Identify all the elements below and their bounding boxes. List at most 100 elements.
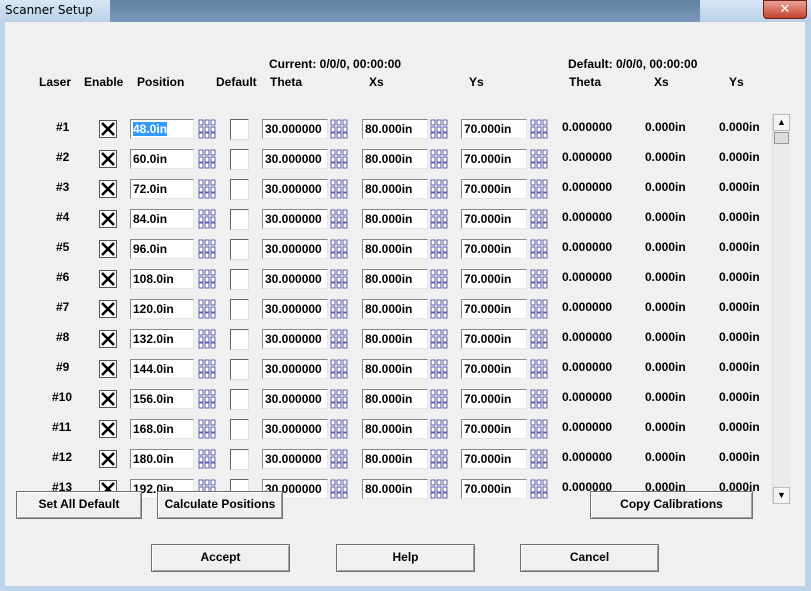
ys-input[interactable]: 70.000in — [461, 359, 527, 379]
copy-calibrations-button[interactable]: Copy Calibrations — [590, 491, 753, 519]
close-button[interactable]: ✕ — [763, 0, 807, 19]
numeric-keypad-icon[interactable] — [430, 359, 448, 379]
numeric-keypad-icon[interactable] — [330, 119, 348, 139]
numeric-keypad-icon[interactable] — [530, 149, 548, 169]
numeric-keypad-icon[interactable] — [530, 119, 548, 139]
ys-input[interactable]: 70.000in — [461, 389, 527, 409]
numeric-keypad-icon[interactable] — [430, 179, 448, 199]
numeric-keypad-icon[interactable] — [530, 299, 548, 319]
theta-input[interactable]: 30.000000 — [262, 299, 328, 319]
theta-input[interactable]: 30.000000 — [262, 269, 328, 289]
theta-input[interactable]: 30.000000 — [262, 359, 328, 379]
theta-input[interactable]: 30.000000 — [262, 209, 328, 229]
xs-input[interactable]: 80.000in — [362, 419, 428, 439]
numeric-keypad-icon[interactable] — [530, 239, 548, 259]
numeric-keypad-icon[interactable] — [430, 419, 448, 439]
numeric-keypad-icon[interactable] — [430, 239, 448, 259]
default-checkbox[interactable] — [230, 359, 249, 380]
position-input[interactable]: 108.0in — [130, 269, 194, 289]
numeric-keypad-icon[interactable] — [530, 449, 548, 469]
scroll-down-arrow-icon[interactable]: ▼ — [773, 487, 790, 504]
position-input[interactable]: 96.0in — [130, 239, 194, 259]
position-input[interactable]: 72.0in — [130, 179, 194, 199]
enable-checkbox[interactable] — [99, 240, 117, 258]
xs-input[interactable]: 80.000in — [362, 269, 428, 289]
numeric-keypad-icon[interactable] — [198, 119, 216, 139]
enable-checkbox[interactable] — [99, 300, 117, 318]
numeric-keypad-icon[interactable] — [530, 329, 548, 349]
position-input[interactable]: 168.0in — [130, 419, 194, 439]
ys-input[interactable]: 70.000in — [461, 479, 527, 499]
numeric-keypad-icon[interactable] — [330, 239, 348, 259]
default-checkbox[interactable] — [230, 419, 249, 440]
theta-input[interactable]: 30.000000 — [262, 149, 328, 169]
scroll-up-arrow-icon[interactable]: ▲ — [773, 114, 790, 131]
numeric-keypad-icon[interactable] — [430, 449, 448, 469]
enable-checkbox[interactable] — [99, 360, 117, 378]
numeric-keypad-icon[interactable] — [430, 149, 448, 169]
ys-input[interactable]: 70.000in — [461, 449, 527, 469]
numeric-keypad-icon[interactable] — [330, 179, 348, 199]
numeric-keypad-icon[interactable] — [198, 419, 216, 439]
numeric-keypad-icon[interactable] — [530, 389, 548, 409]
default-checkbox[interactable] — [230, 449, 249, 470]
xs-input[interactable]: 80.000in — [362, 179, 428, 199]
ys-input[interactable]: 70.000in — [461, 209, 527, 229]
xs-input[interactable]: 80.000in — [362, 389, 428, 409]
enable-checkbox[interactable] — [99, 180, 117, 198]
enable-checkbox[interactable] — [99, 120, 117, 138]
numeric-keypad-icon[interactable] — [198, 179, 216, 199]
enable-checkbox[interactable] — [99, 390, 117, 408]
ys-input[interactable]: 70.000in — [461, 149, 527, 169]
numeric-keypad-icon[interactable] — [430, 209, 448, 229]
ys-input[interactable]: 70.000in — [461, 329, 527, 349]
numeric-keypad-icon[interactable] — [330, 389, 348, 409]
xs-input[interactable]: 80.000in — [362, 299, 428, 319]
numeric-keypad-icon[interactable] — [430, 329, 448, 349]
ys-input[interactable]: 70.000in — [461, 419, 527, 439]
numeric-keypad-icon[interactable] — [198, 269, 216, 289]
default-checkbox[interactable] — [230, 329, 249, 350]
numeric-keypad-icon[interactable] — [430, 299, 448, 319]
enable-checkbox[interactable] — [99, 270, 117, 288]
numeric-keypad-icon[interactable] — [330, 329, 348, 349]
numeric-keypad-icon[interactable] — [530, 209, 548, 229]
ys-input[interactable]: 70.000in — [461, 239, 527, 259]
numeric-keypad-icon[interactable] — [330, 449, 348, 469]
ys-input[interactable]: 70.000in — [461, 299, 527, 319]
theta-input[interactable]: 30.000000 — [262, 239, 328, 259]
xs-input[interactable]: 80.000in — [362, 209, 428, 229]
numeric-keypad-icon[interactable] — [198, 389, 216, 409]
numeric-keypad-icon[interactable] — [530, 359, 548, 379]
numeric-keypad-icon[interactable] — [530, 479, 548, 499]
numeric-keypad-icon[interactable] — [330, 479, 348, 499]
numeric-keypad-icon[interactable] — [330, 209, 348, 229]
numeric-keypad-icon[interactable] — [330, 359, 348, 379]
vertical-scrollbar[interactable]: ▲ ▼ — [772, 114, 791, 504]
theta-input[interactable]: 30.000000 — [262, 419, 328, 439]
default-checkbox[interactable] — [230, 269, 249, 290]
numeric-keypad-icon[interactable] — [198, 299, 216, 319]
numeric-keypad-icon[interactable] — [198, 449, 216, 469]
xs-input[interactable]: 80.000in — [362, 119, 428, 139]
default-checkbox[interactable] — [230, 299, 249, 320]
position-input[interactable]: 132.0in — [130, 329, 194, 349]
position-input[interactable]: 84.0in — [130, 209, 194, 229]
default-checkbox[interactable] — [230, 119, 249, 140]
cancel-button[interactable]: Cancel — [520, 544, 659, 572]
position-input[interactable]: 156.0in — [130, 389, 194, 409]
enable-checkbox[interactable] — [99, 450, 117, 468]
position-input[interactable]: 120.0in — [130, 299, 194, 319]
enable-checkbox[interactable] — [99, 210, 117, 228]
xs-input[interactable]: 80.000in — [362, 239, 428, 259]
numeric-keypad-icon[interactable] — [430, 479, 448, 499]
numeric-keypad-icon[interactable] — [198, 329, 216, 349]
xs-input[interactable]: 80.000in — [362, 449, 428, 469]
numeric-keypad-icon[interactable] — [430, 119, 448, 139]
numeric-keypad-icon[interactable] — [530, 179, 548, 199]
accept-button[interactable]: Accept — [151, 544, 290, 572]
enable-checkbox[interactable] — [99, 420, 117, 438]
position-input[interactable]: 180.0in — [130, 449, 194, 469]
numeric-keypad-icon[interactable] — [430, 389, 448, 409]
ys-input[interactable]: 70.000in — [461, 179, 527, 199]
